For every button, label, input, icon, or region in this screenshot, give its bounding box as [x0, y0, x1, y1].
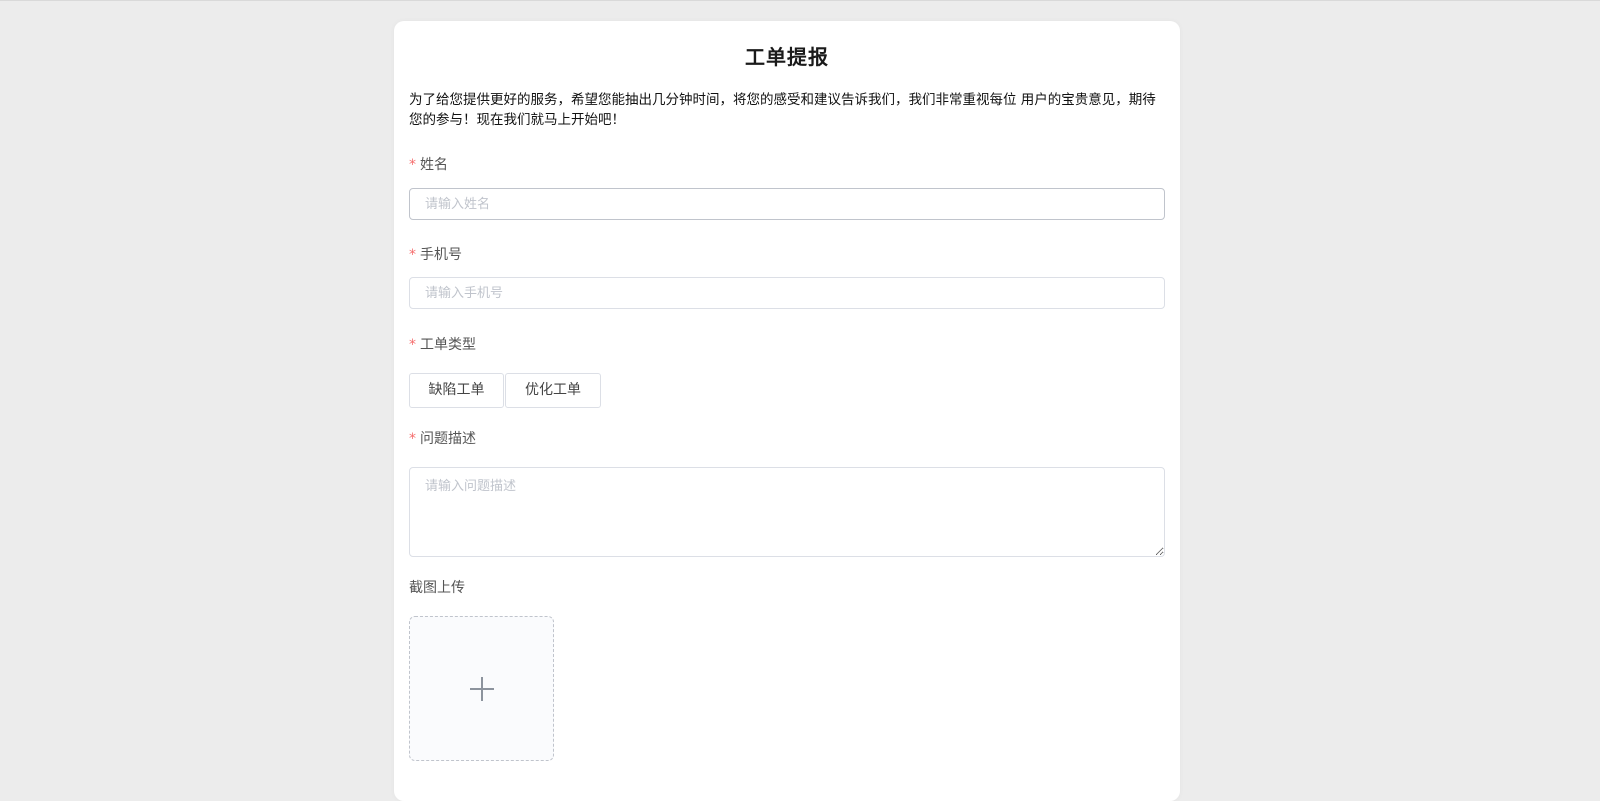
ticket-type-defect-button[interactable]: 缺陷工单	[409, 373, 504, 408]
ticket-type-label-text: 工单类型	[420, 337, 476, 353]
top-divider	[0, 0, 1600, 1]
phone-input[interactable]	[409, 277, 1165, 309]
ticket-type-optimization-button[interactable]: 优化工单	[505, 373, 601, 408]
name-input[interactable]	[409, 188, 1165, 220]
page-title: 工单提报	[745, 45, 829, 69]
name-label-text: 姓名	[420, 157, 448, 173]
form-intro: 为了给您提供更好的服务，希望您能抽出几分钟时间，将您的感受和建议告诉我们，我们非…	[409, 92, 1156, 128]
description-textarea[interactable]	[409, 467, 1165, 557]
phone-label: * 手机号	[409, 244, 462, 264]
description-label-text: 问题描述	[420, 431, 476, 447]
name-label: * 姓名	[409, 154, 448, 174]
phone-label-text: 手机号	[420, 247, 462, 263]
screenshot-upload-label: 截图上传	[409, 580, 465, 596]
required-mark: *	[409, 431, 416, 447]
description-label: * 问题描述	[409, 428, 476, 448]
plus-icon	[469, 676, 494, 701]
required-mark: *	[409, 337, 416, 353]
ticket-form-card: 工单提报 为了给您提供更好的服务，希望您能抽出几分钟时间，将您的感受和建议告诉我…	[394, 21, 1180, 801]
required-mark: *	[409, 247, 416, 263]
screenshot-upload-area[interactable]	[409, 616, 554, 761]
required-mark: *	[409, 157, 416, 173]
ticket-type-label: * 工单类型	[409, 334, 476, 354]
